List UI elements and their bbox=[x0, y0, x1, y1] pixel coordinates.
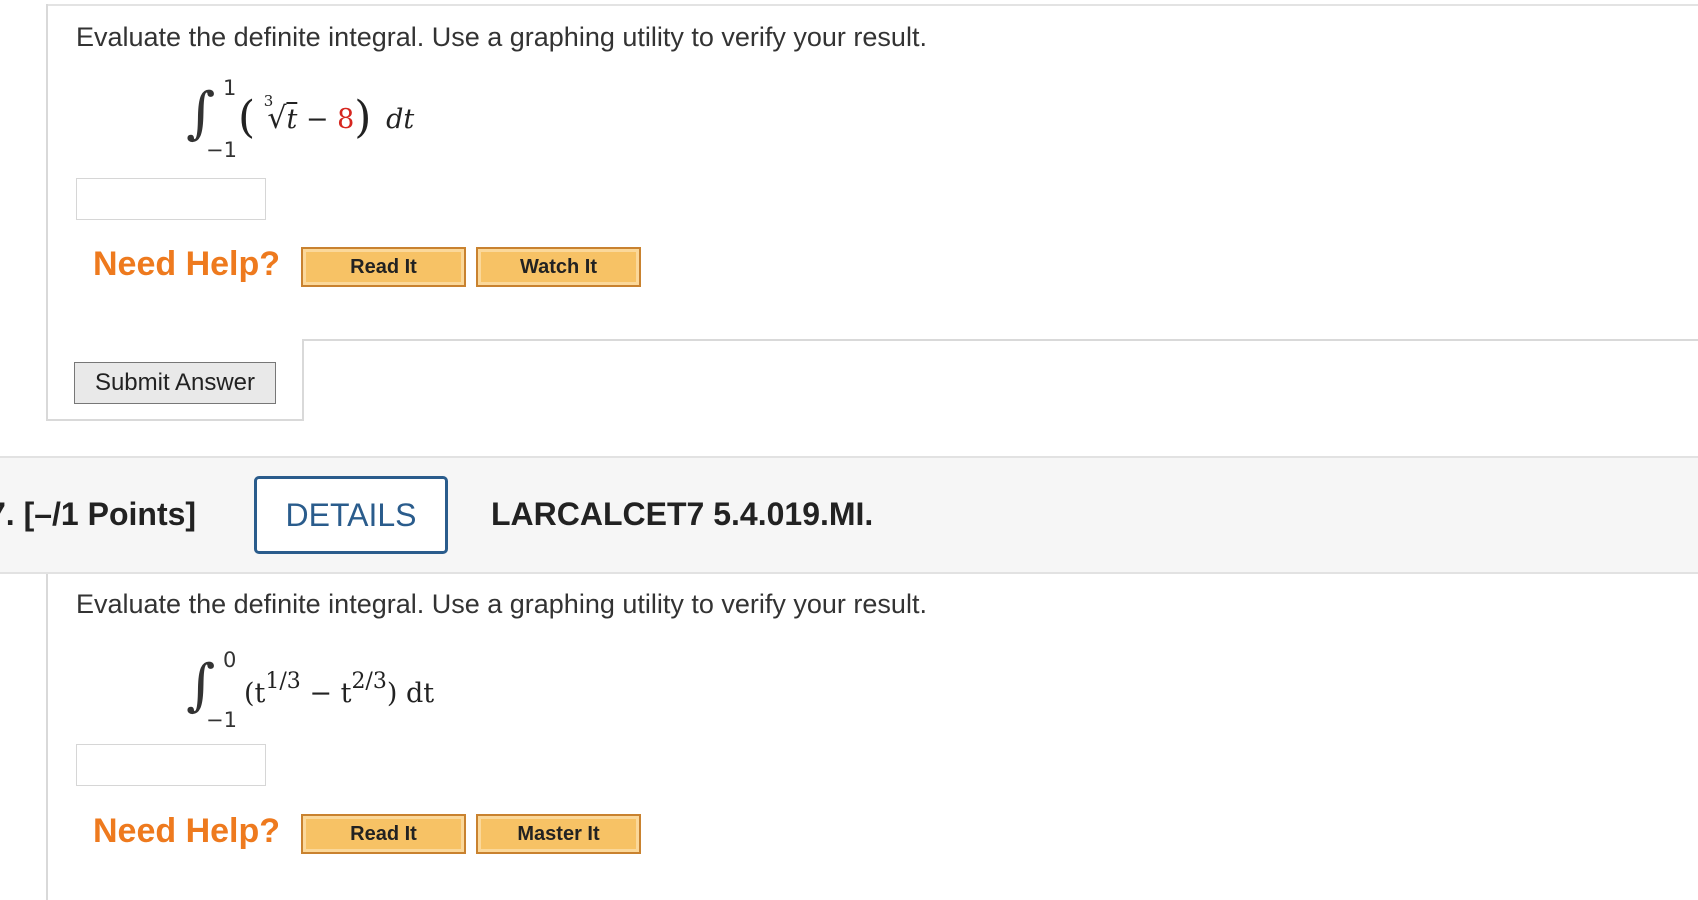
q7-exp1: 1/3 bbox=[265, 669, 301, 694]
top-divider bbox=[46, 4, 1698, 6]
integral-sign: ∫ bbox=[186, 653, 216, 718]
q6-need-help-label: Need Help? bbox=[93, 245, 281, 283]
q6-upper-limit: 1 bbox=[223, 76, 237, 100]
root-index: 3 bbox=[263, 92, 274, 110]
q7-integrand: (t1/3 − t2/3) dt bbox=[244, 669, 435, 709]
submit-answer-button[interactable]: Submit Answer bbox=[74, 362, 276, 404]
read-it-label: Read It bbox=[350, 822, 417, 845]
master-it-label: Master It bbox=[517, 822, 600, 845]
q7-master-it-button[interactable]: Master It bbox=[476, 814, 641, 854]
q7-lower-limit: −1 bbox=[206, 708, 237, 732]
q6-prompt: Evaluate the definite integral. Use a gr… bbox=[76, 22, 927, 52]
q7-need-help-label: Need Help? bbox=[93, 812, 281, 850]
q7-open: (t bbox=[244, 678, 266, 709]
details-button[interactable]: DETAILS bbox=[254, 476, 448, 554]
q7-problem-id: LARCALCET7 5.4.019.MI. bbox=[491, 496, 874, 532]
q6-left-border bbox=[46, 4, 48, 420]
watch-it-label: Watch It bbox=[519, 255, 598, 278]
q6-constant: 8 bbox=[337, 104, 355, 135]
submit-tab-bottom bbox=[46, 419, 304, 421]
read-it-label: Read It bbox=[350, 255, 417, 278]
q6-differential: dt bbox=[386, 104, 415, 135]
q6-integrand: ( 3√t − 8) dt bbox=[238, 92, 415, 143]
q7-upper-limit: 0 bbox=[223, 648, 237, 672]
q7-mid: − t bbox=[300, 678, 352, 709]
q6-var: t bbox=[286, 104, 298, 135]
q6-lower-limit: −1 bbox=[206, 138, 237, 162]
q6-read-it-button[interactable]: Read It bbox=[301, 247, 466, 287]
q6-minus: − bbox=[305, 104, 329, 135]
integral-sign: ∫ bbox=[186, 81, 216, 146]
q7-left-border bbox=[46, 574, 48, 900]
q6-answer-input[interactable] bbox=[76, 178, 266, 220]
q7-answer-input[interactable] bbox=[76, 744, 266, 786]
q7-close: ) dt bbox=[386, 678, 435, 709]
q6-watch-it-button[interactable]: Watch It bbox=[476, 247, 641, 287]
q7-prompt: Evaluate the definite integral. Use a gr… bbox=[76, 589, 927, 619]
submit-divider bbox=[302, 339, 1698, 341]
q7-read-it-button[interactable]: Read It bbox=[301, 814, 466, 854]
q7-points: 7. [–/1 Points] bbox=[0, 496, 197, 532]
submit-tab-right bbox=[302, 339, 304, 421]
q7-exp2: 2/3 bbox=[351, 669, 387, 694]
